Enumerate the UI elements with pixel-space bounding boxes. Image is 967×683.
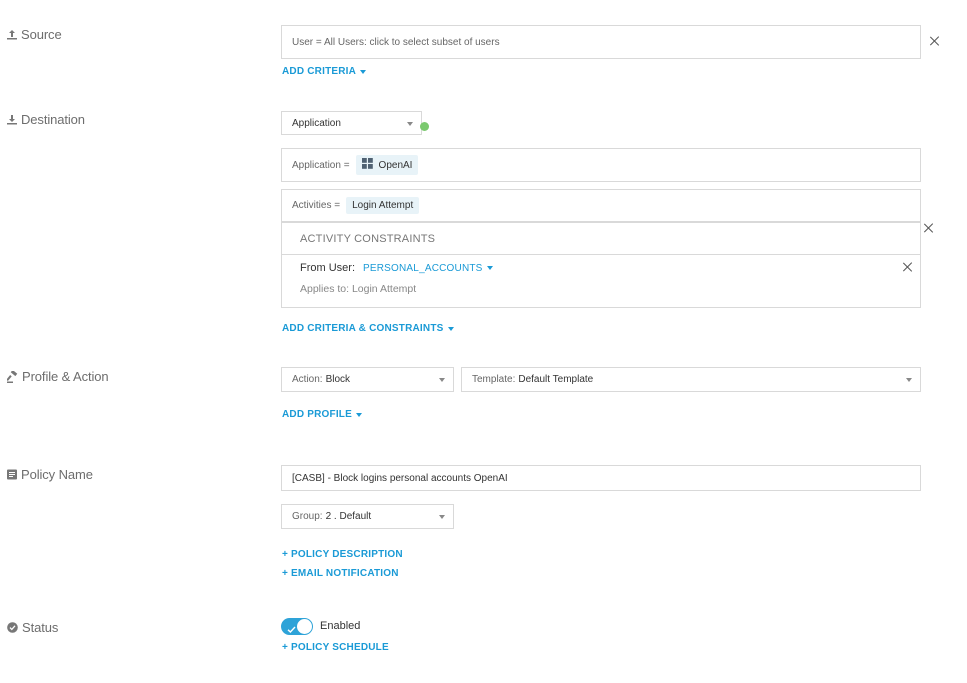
template-select[interactable]: Template: Default Template — [461, 367, 921, 392]
add-profile-label: ADD PROFILE — [282, 409, 352, 420]
constraints-header-label: ACTIVITY CONSTRAINTS — [300, 233, 436, 245]
close-icon[interactable] — [902, 261, 914, 273]
status-section-label: Status — [7, 620, 58, 635]
action-value: Block — [325, 374, 351, 385]
application-chip-label: OpenAI — [378, 159, 413, 171]
from-user-row: From User: PERSONAL_ACCOUNTS — [300, 262, 493, 274]
policy-name-value: [CASB] - Block logins personal accounts … — [292, 472, 508, 484]
activities-chip[interactable]: Login Attempt — [346, 197, 420, 214]
check-icon — [287, 621, 296, 639]
action-label: Action: — [292, 374, 323, 385]
policy-description-link[interactable]: + POLICY DESCRIPTION — [282, 549, 403, 560]
close-icon[interactable] — [929, 35, 941, 47]
source-user-text: User = All Users: click to select subset… — [292, 36, 500, 48]
group-select[interactable]: Group: 2 . Default — [281, 504, 454, 529]
section-title: Profile & Action — [22, 369, 109, 384]
group-value: 2 . Default — [325, 511, 372, 522]
destination-type-select[interactable]: Application — [281, 111, 422, 135]
chevron-down-icon — [906, 378, 912, 382]
policy-schedule-link[interactable]: + POLICY SCHEDULE — [282, 642, 389, 653]
status-dot — [420, 122, 429, 131]
section-title: Status — [22, 620, 59, 635]
gavel-icon — [7, 370, 18, 383]
chevron-down-icon — [439, 515, 445, 519]
toggle-knob — [297, 619, 312, 634]
from-user-select[interactable]: PERSONAL_ACCOUNTS — [363, 263, 493, 274]
activities-field[interactable]: Activities = Login Attempt — [281, 189, 921, 222]
policy-name-input[interactable]: [CASB] - Block logins personal accounts … — [281, 465, 921, 491]
email-notification-label: + EMAIL NOTIFICATION — [282, 568, 399, 579]
section-title: Destination — [21, 112, 85, 127]
source-section-label: Source — [7, 27, 62, 42]
application-chip[interactable]: OpenAI — [355, 155, 419, 175]
template-value: Default Template — [518, 374, 594, 385]
destination-type-value: Application — [292, 117, 341, 129]
status-toggle[interactable] — [281, 618, 313, 635]
add-criteria-constraints-label: ADD CRITERIA & CONSTRAINTS — [282, 323, 444, 334]
toggle-label: Enabled — [320, 620, 361, 632]
caret-down-icon — [360, 69, 367, 74]
add-criteria-link[interactable]: ADD CRITERIA — [282, 66, 367, 77]
document-icon — [7, 469, 17, 480]
close-icon[interactable] — [923, 222, 935, 234]
policy-name-section-label: Policy Name — [7, 467, 93, 482]
action-select[interactable]: Action: Block — [281, 367, 454, 392]
source-user-field[interactable]: User = All Users: click to select subset… — [281, 25, 921, 59]
application-label: Application = — [292, 159, 350, 171]
applies-to-text: Applies to: Login Attempt — [300, 283, 417, 295]
caret-down-icon — [355, 412, 362, 417]
from-user-label: From User: — [300, 262, 355, 274]
add-profile-link[interactable]: ADD PROFILE — [282, 409, 362, 420]
policy-description-label: + POLICY DESCRIPTION — [282, 549, 403, 560]
group-label: Group: — [292, 511, 323, 522]
activities-label: Activities = — [292, 200, 341, 211]
check-circle-icon — [7, 622, 18, 633]
add-criteria-label: ADD CRITERIA — [282, 66, 357, 77]
download-icon — [7, 114, 17, 125]
constraints-header: ACTIVITY CONSTRAINTS — [282, 223, 920, 255]
policy-schedule-label: + POLICY SCHEDULE — [282, 642, 389, 653]
template-label: Template: — [472, 374, 516, 385]
destination-section-label: Destination — [7, 112, 85, 127]
chevron-down-icon — [407, 122, 413, 126]
caret-down-icon — [447, 326, 454, 331]
upload-icon — [7, 29, 17, 40]
activities-chip-label: Login Attempt — [352, 200, 414, 211]
email-notification-link[interactable]: + EMAIL NOTIFICATION — [282, 568, 399, 579]
app-grid-icon — [361, 158, 373, 172]
caret-down-icon — [486, 266, 493, 270]
add-criteria-constraints-link[interactable]: ADD CRITERIA & CONSTRAINTS — [282, 323, 454, 334]
activity-constraints-panel: ACTIVITY CONSTRAINTS From User: PERSONAL… — [281, 222, 921, 308]
profile-action-section-label: Profile & Action — [7, 369, 109, 384]
section-title: Source — [21, 27, 62, 42]
from-user-value: PERSONAL_ACCOUNTS — [363, 262, 483, 274]
application-field[interactable]: Application = OpenAI — [281, 148, 921, 182]
section-title: Policy Name — [21, 467, 93, 482]
chevron-down-icon — [439, 378, 445, 382]
